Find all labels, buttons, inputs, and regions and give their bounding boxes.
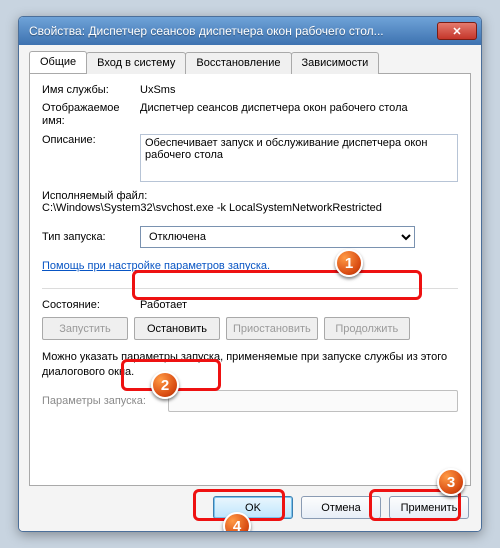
separator bbox=[42, 288, 458, 289]
value-service-name: UxSms bbox=[140, 84, 458, 96]
label-status: Состояние: bbox=[42, 299, 140, 311]
cancel-button[interactable]: Отмена bbox=[301, 496, 381, 519]
label-description: Описание: bbox=[42, 134, 140, 146]
start-params-input bbox=[168, 390, 458, 412]
close-icon: ✕ bbox=[452, 25, 461, 38]
help-link[interactable]: Помощь при настройке параметров запуска. bbox=[42, 260, 270, 272]
label-exe-path: Исполняемый файл: bbox=[42, 190, 458, 202]
description-textarea[interactable] bbox=[140, 134, 458, 182]
pause-button: Приостановить bbox=[226, 317, 318, 340]
tabstrip: Общие Вход в систему Восстановление Зави… bbox=[29, 51, 471, 73]
dialog-buttons: OK Отмена Применить 3 4 bbox=[19, 486, 481, 531]
titlebar[interactable]: Свойства: Диспетчер сеансов диспетчера о… bbox=[19, 17, 481, 45]
window-title: Свойства: Диспетчер сеансов диспетчера о… bbox=[29, 24, 437, 38]
label-service-name: Имя службы: bbox=[42, 84, 140, 96]
value-display-name: Диспетчер сеансов диспетчера окон рабоче… bbox=[140, 102, 458, 114]
apply-button[interactable]: Применить bbox=[389, 496, 469, 519]
startup-type-select[interactable]: Отключена bbox=[140, 226, 415, 248]
client-area: Общие Вход в систему Восстановление Зави… bbox=[19, 45, 481, 486]
service-control-buttons: Запустить Остановить Приостановить Продо… bbox=[42, 317, 458, 340]
exe-path-block: Исполняемый файл: C:\Windows\System32\sv… bbox=[42, 190, 458, 214]
close-button[interactable]: ✕ bbox=[437, 22, 477, 40]
tab-general[interactable]: Общие bbox=[29, 51, 87, 73]
properties-dialog: Свойства: Диспетчер сеансов диспетчера о… bbox=[18, 16, 482, 532]
value-status: Работает bbox=[140, 299, 458, 311]
annotation-ring-1 bbox=[132, 270, 422, 300]
tab-recovery[interactable]: Восстановление bbox=[185, 52, 291, 74]
value-exe-path: C:\Windows\System32\svchost.exe -k Local… bbox=[42, 202, 458, 214]
tab-logon[interactable]: Вход в систему bbox=[86, 52, 186, 74]
label-startup-type: Тип запуска: bbox=[42, 231, 140, 243]
note-text: Можно указать параметры запуска, применя… bbox=[42, 350, 458, 380]
stop-button[interactable]: Остановить bbox=[134, 317, 220, 340]
label-display-name: Отображаемое имя: bbox=[42, 102, 140, 128]
start-button: Запустить bbox=[42, 317, 128, 340]
resume-button: Продолжить bbox=[324, 317, 410, 340]
label-start-params: Параметры запуска: bbox=[42, 395, 168, 407]
ok-button[interactable]: OK bbox=[213, 496, 293, 519]
tab-dependencies[interactable]: Зависимости bbox=[291, 52, 380, 74]
tabpage-general: Имя службы: UxSms Отображаемое имя: Дисп… bbox=[29, 73, 471, 486]
